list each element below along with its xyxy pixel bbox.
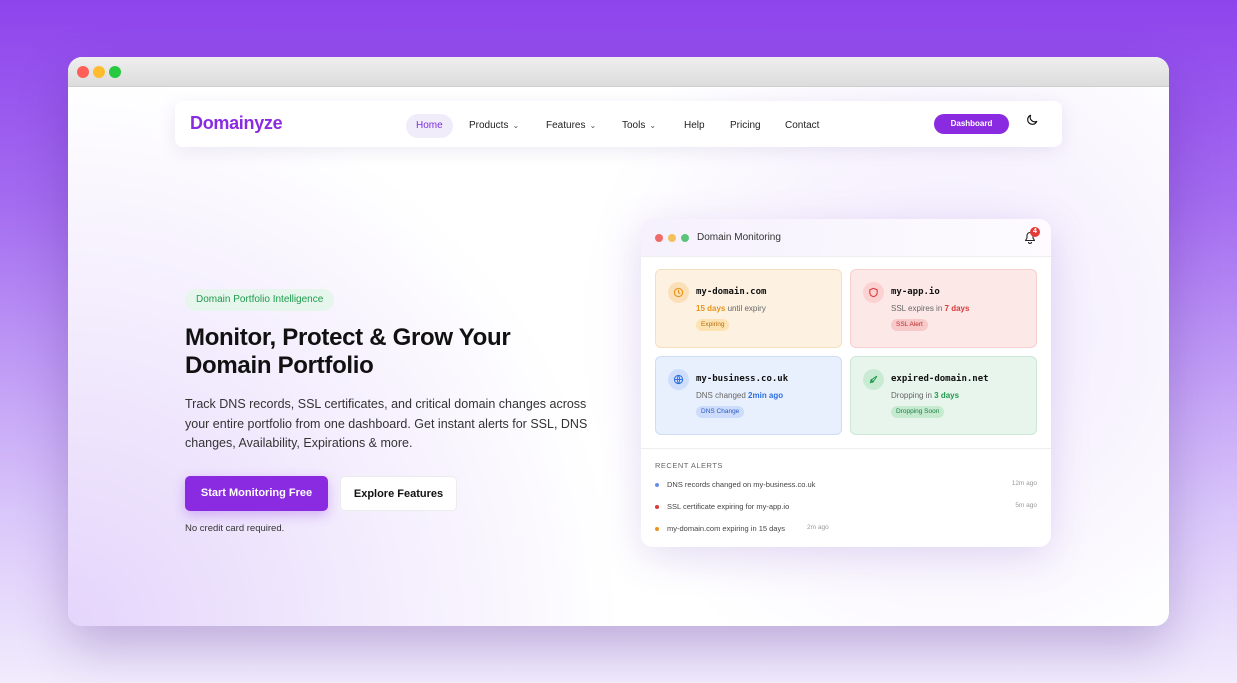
domain-card[interactable]: my-app.io SSL expires in 7 days SSL Alert: [850, 269, 1037, 348]
top-navbar: Domainyze Home Products ⌄ Features ⌄ Tools…: [175, 101, 1062, 147]
alert-dot: [655, 527, 659, 531]
alert-time: 12m ago: [1011, 480, 1037, 487]
alert-dot: [655, 505, 659, 509]
panel-dot-red: [655, 234, 663, 242]
alert-time: 2m ago: [807, 524, 829, 531]
nav-help[interactable]: Help: [674, 114, 715, 138]
alert-time: 5m ago: [1015, 502, 1037, 509]
nav-products[interactable]: Products ⌄: [459, 114, 529, 138]
alert-item[interactable]: DNS records changed on my-business.co.uk…: [655, 479, 1037, 493]
domain-name: my-domain.com: [696, 287, 767, 297]
moon-icon[interactable]: [1025, 113, 1039, 127]
domain-status: DNS changed 2min ago: [696, 391, 784, 400]
panel-title: Domain Monitoring: [697, 232, 781, 243]
nav-features-label: Features: [546, 120, 586, 131]
panel-dot-yellow: [668, 234, 676, 242]
status-badge: Dropping Soon: [891, 406, 945, 418]
nav-tools[interactable]: Tools ⌄: [612, 114, 666, 138]
nav-pricing-label: Pricing: [730, 120, 761, 131]
page-viewport: Domainyze Home Products ⌄ Features ⌄ Tools…: [68, 87, 1169, 626]
hero-title-line-1: Monitor, Protect & Grow Your: [185, 324, 511, 351]
logo[interactable]: Domainyze: [190, 113, 283, 134]
nav-contact-label: Contact: [785, 120, 820, 131]
alert-item[interactable]: SSL certificate expiring for my-app.io 5m…: [655, 501, 1037, 515]
panel-dot-green: [681, 234, 689, 242]
domain-name: my-app.io: [891, 287, 940, 297]
divider: [641, 448, 1051, 449]
rocket-icon: [863, 369, 884, 390]
domain-card[interactable]: my-domain.com 15 days until expiry Expirin…: [655, 269, 842, 348]
start-monitoring-button[interactable]: Start Monitoring Free: [185, 476, 328, 511]
recent-alerts-heading: RECENT ALERTS: [655, 461, 723, 470]
chevron-down-icon: ⌄: [512, 121, 520, 130]
hero-badge: Domain Portfolio Intelligence: [185, 289, 335, 311]
clock-icon: [668, 282, 689, 303]
notification-count-badge: 4: [1030, 227, 1040, 237]
browser-window: Domainyze Home Products ⌄ Features ⌄ Tools…: [68, 57, 1169, 626]
domain-name: expired-domain.net: [891, 374, 989, 384]
globe-icon: [668, 369, 689, 390]
shield-icon: [863, 282, 884, 303]
domain-status: 15 days until expiry: [696, 304, 766, 313]
alert-dot: [655, 483, 659, 487]
nav-pricing[interactable]: Pricing: [720, 114, 771, 138]
nav-home-label: Home: [416, 120, 443, 131]
no-credit-card-note: No credit card required.: [185, 523, 285, 534]
hero-title-line-2: Domain Portfolio: [185, 352, 374, 379]
explore-features-button[interactable]: Explore Features: [340, 476, 457, 511]
nav-help-label: Help: [684, 120, 705, 131]
dashboard-button[interactable]: Dashboard: [934, 114, 1009, 134]
chevron-down-icon: ⌄: [649, 121, 657, 130]
close-window-button[interactable]: [77, 66, 89, 78]
alert-text: DNS records changed on my-business.co.uk: [667, 480, 816, 489]
chevron-down-icon: ⌄: [589, 121, 597, 130]
nav-features[interactable]: Features ⌄: [536, 114, 606, 138]
nav-contact[interactable]: Contact: [775, 114, 829, 138]
domain-status: SSL expires in 7 days: [891, 304, 970, 313]
maximize-window-button[interactable]: [109, 66, 121, 78]
domain-name: my-business.co.uk: [696, 374, 789, 384]
nav-products-label: Products: [469, 120, 509, 131]
panel-header: Domain Monitoring 4: [641, 219, 1051, 257]
domain-card[interactable]: expired-domain.net Dropping in 3 days Drop…: [850, 356, 1037, 435]
hero-description: Track DNS records, SSL certificates, and…: [185, 397, 588, 450]
alert-item[interactable]: my-domain.com expiring in 15 days 2m ago: [655, 523, 1037, 537]
nav-tools-label: Tools: [622, 120, 646, 131]
domain-card[interactable]: my-business.co.uk DNS changed 2min ago DNS…: [655, 356, 842, 435]
alert-text: SSL certificate expiring for my-app.io: [667, 502, 790, 511]
nav-home[interactable]: Home: [406, 114, 453, 138]
browser-titlebar: [68, 57, 1169, 87]
minimize-window-button[interactable]: [93, 66, 105, 78]
hero-title: Monitor, Protect & Grow Your Domain Port…: [185, 324, 605, 380]
alert-text: my-domain.com expiring in 15 days: [667, 524, 785, 533]
domain-status: Dropping in 3 days: [891, 391, 960, 400]
status-badge: Expiring: [696, 319, 730, 331]
domain-monitoring-panel: Domain Monitoring 4 my-domain.com 15 days…: [641, 219, 1051, 547]
status-badge: SSL Alert: [891, 319, 928, 331]
status-badge: DNS Change: [696, 406, 745, 418]
